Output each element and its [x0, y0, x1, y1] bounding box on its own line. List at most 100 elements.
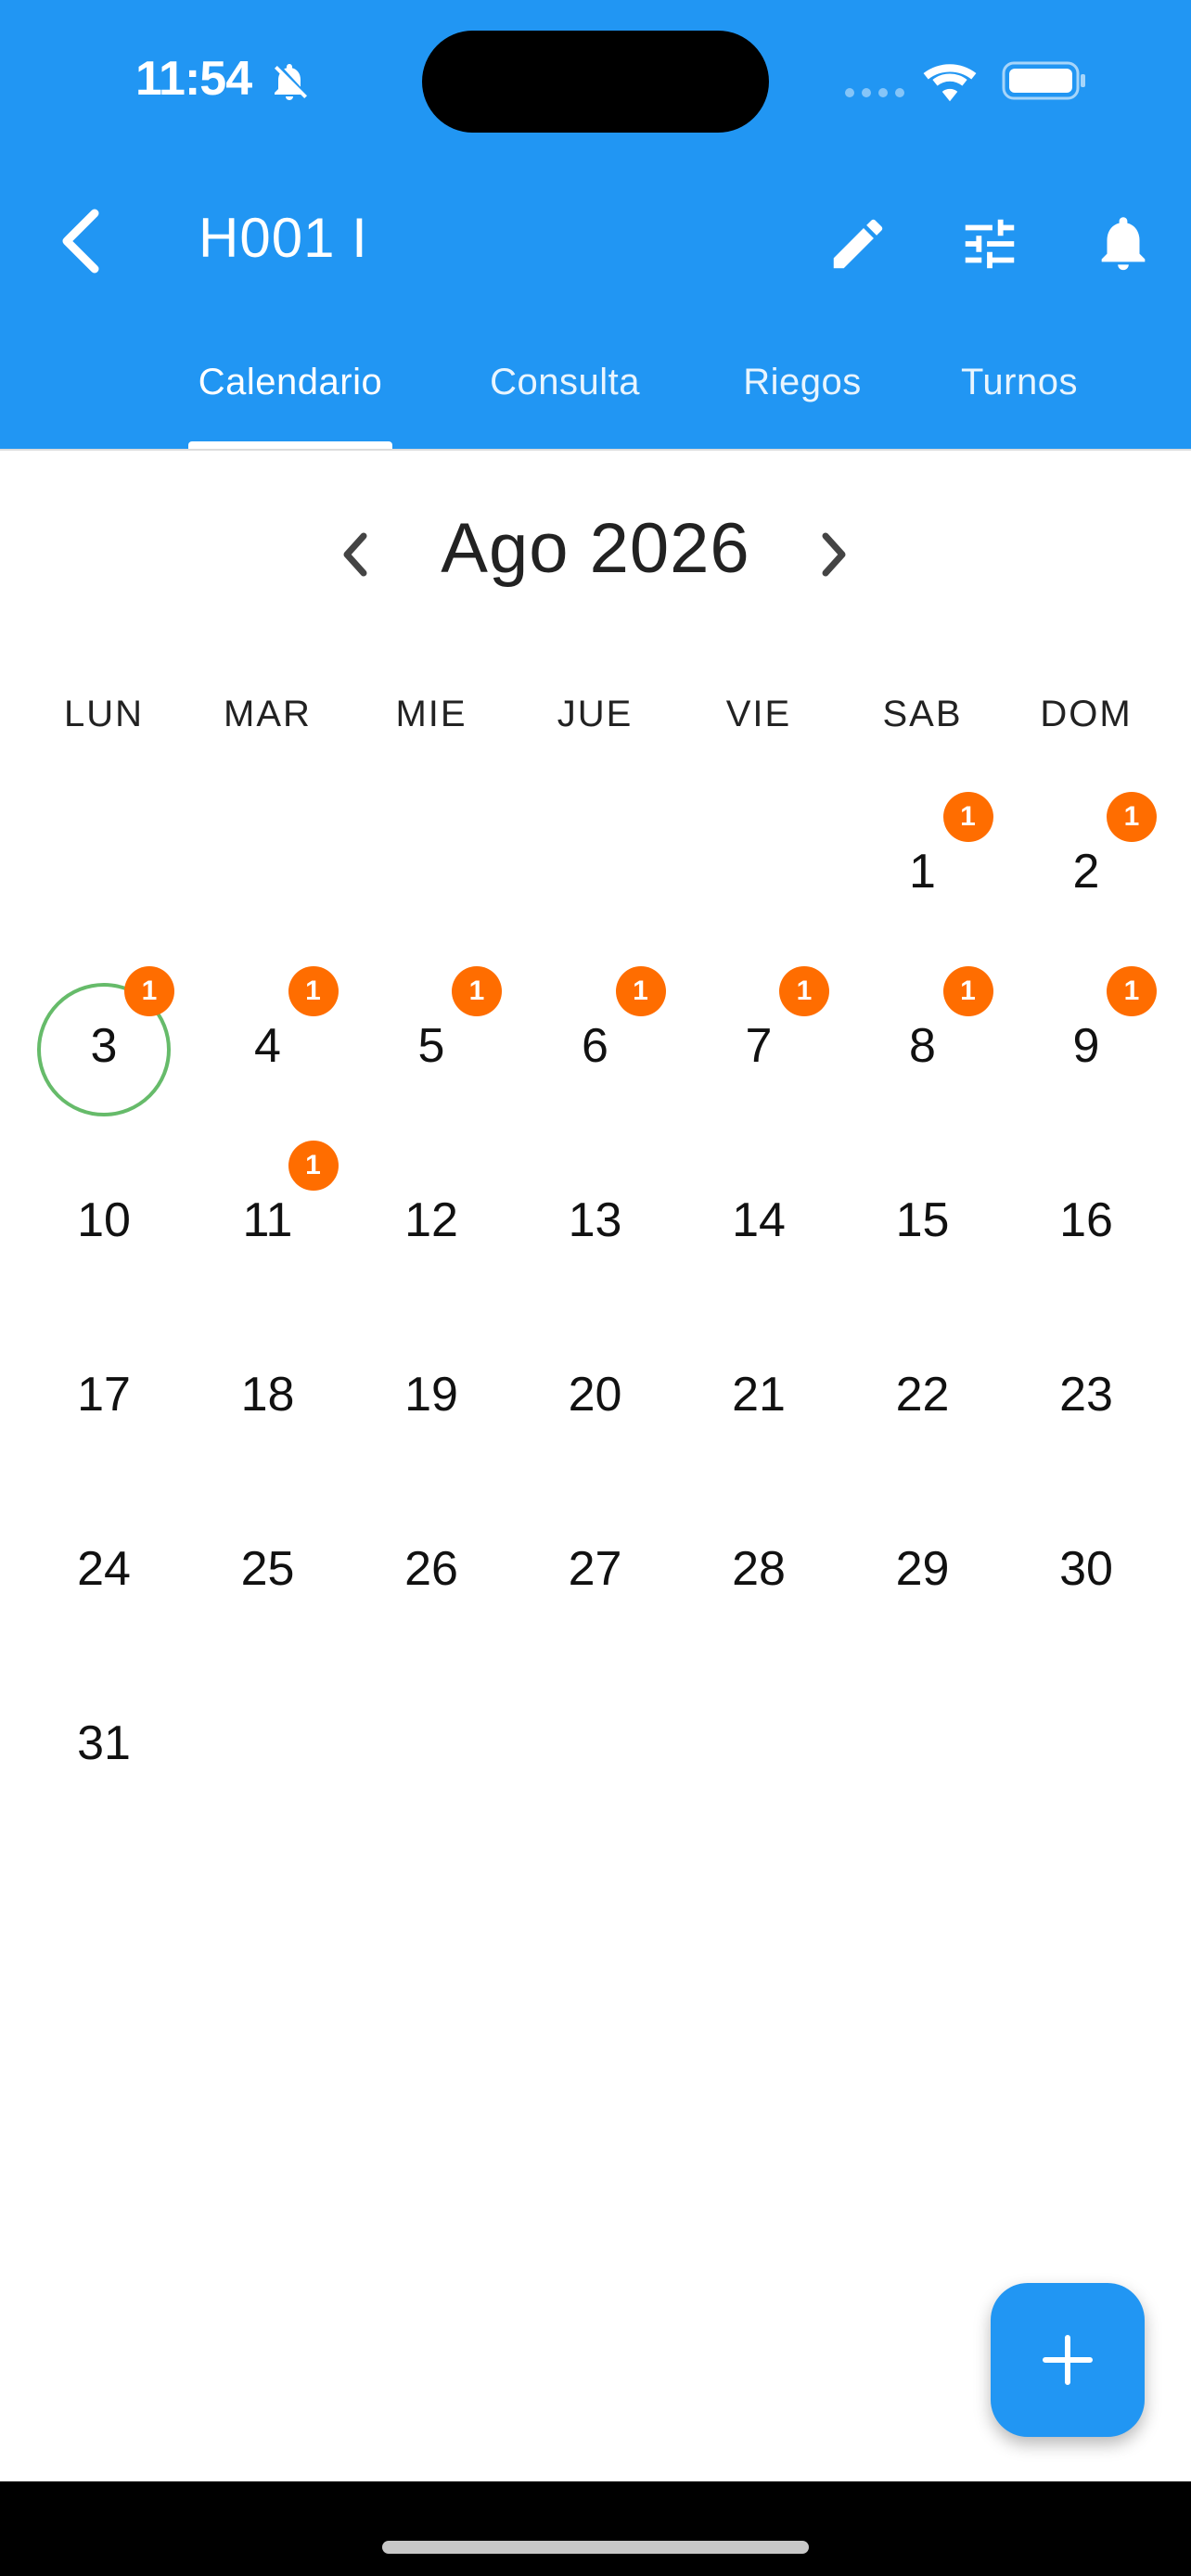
- calendar-day[interactable]: 41: [186, 966, 350, 1102]
- chevron-right-icon[interactable]: [816, 529, 853, 580]
- day-number: 3: [90, 1019, 118, 1073]
- calendar-day[interactable]: 23: [1005, 1339, 1168, 1450]
- calendar-day[interactable]: 29: [841, 1513, 1005, 1625]
- month-header: Ago 2026: [0, 501, 1191, 603]
- calendar-day[interactable]: 91: [1005, 966, 1168, 1102]
- calendar-day[interactable]: 17: [22, 1339, 186, 1450]
- calendar-day[interactable]: 26: [350, 1513, 513, 1625]
- day-number: 17: [77, 1368, 131, 1422]
- calendar-day[interactable]: 24: [22, 1513, 186, 1625]
- weekday-label: VIE: [725, 694, 792, 734]
- tab-bar: Calendario Consulta Riegos Turnos: [0, 352, 1191, 449]
- weekday-label: LUN: [63, 694, 145, 734]
- status-time: 11:54: [135, 52, 252, 106]
- calendar-day[interactable]: 16: [1005, 1165, 1168, 1276]
- calendar-day[interactable]: 31: [22, 1688, 186, 1799]
- calendar-day[interactable]: 27: [514, 1513, 677, 1625]
- calendar-day[interactable]: 21: [1005, 792, 1168, 927]
- page-title: H001 I: [198, 207, 368, 269]
- signal-icon: [845, 88, 904, 97]
- calendar-day[interactable]: 21: [677, 1339, 840, 1450]
- day-number: 11: [242, 1193, 293, 1247]
- bottom-bar: [0, 2481, 1191, 2576]
- day-number: 31: [77, 1716, 131, 1770]
- weekday-label: MIE: [395, 694, 467, 734]
- app-bar: 11:54 H001 I Calendario Consulta Riegos …: [0, 0, 1191, 449]
- day-number: 30: [1059, 1542, 1113, 1596]
- calendar-day[interactable]: 25: [186, 1513, 350, 1625]
- weekday-label: DOM: [1040, 694, 1133, 734]
- wifi-icon: [923, 64, 977, 102]
- day-number: 21: [732, 1368, 786, 1422]
- dynamic-island: [422, 31, 769, 133]
- add-icon: [1043, 2335, 1093, 2385]
- event-count-badge: 1: [942, 966, 993, 1016]
- tab-indicator: [188, 441, 392, 449]
- event-count-badge: 1: [615, 966, 666, 1016]
- calendar-day[interactable]: 13: [514, 1165, 677, 1276]
- day-number: 28: [732, 1542, 786, 1596]
- calendar-day[interactable]: 10: [22, 1165, 186, 1276]
- home-indicator[interactable]: [382, 2541, 809, 2554]
- event-count-badge: 1: [1107, 792, 1157, 842]
- day-number: 14: [732, 1193, 786, 1247]
- day-number: 1: [909, 845, 936, 899]
- day-number: 19: [404, 1368, 458, 1422]
- day-number: 2: [1072, 845, 1100, 899]
- day-number: 13: [568, 1193, 622, 1247]
- tab-consulta[interactable]: Consulta: [475, 362, 655, 403]
- day-number: 22: [895, 1368, 950, 1422]
- calendar-day[interactable]: 30: [1005, 1513, 1168, 1625]
- back-arrow-icon[interactable]: [54, 206, 106, 276]
- day-number: 29: [895, 1542, 950, 1596]
- calendar-day[interactable]: 11 1: [186, 1141, 350, 1276]
- day-number: 24: [77, 1542, 131, 1596]
- calendar-day[interactable]: 28: [677, 1513, 840, 1625]
- day-number: 26: [404, 1542, 458, 1596]
- day-number: 10: [77, 1193, 131, 1247]
- calendar-day[interactable]: 15: [841, 1165, 1005, 1276]
- calendar-day[interactable]: 12: [350, 1165, 513, 1276]
- day-number: 25: [240, 1542, 295, 1596]
- event-count-badge: 1: [452, 966, 502, 1016]
- day-number: 12: [404, 1193, 458, 1247]
- day-number: 5: [417, 1019, 445, 1073]
- day-number: 27: [568, 1542, 622, 1596]
- event-count-badge: 1: [288, 966, 339, 1016]
- calendar-day[interactable]: 14: [677, 1165, 840, 1276]
- weekday-label: SAB: [882, 694, 963, 734]
- tab-calendario[interactable]: Calendario: [188, 362, 392, 403]
- tab-turnos[interactable]: Turnos: [952, 362, 1087, 403]
- calendar-day[interactable]: 81: [841, 966, 1005, 1102]
- calendar-day[interactable]: 71: [677, 966, 840, 1102]
- calendar-day[interactable]: 20: [514, 1339, 677, 1450]
- day-number: 20: [568, 1368, 622, 1422]
- calendar-day[interactable]: 19: [350, 1339, 513, 1450]
- day-number: 16: [1059, 1193, 1113, 1247]
- event-count-badge: 1: [288, 1141, 339, 1191]
- weekday-label: JUE: [557, 694, 634, 734]
- weekday-label: MAR: [224, 694, 312, 734]
- add-button[interactable]: [991, 2283, 1145, 2437]
- calendar-day[interactable]: 51: [350, 966, 513, 1102]
- calendar-day[interactable]: 11: [841, 792, 1005, 927]
- day-number: 7: [745, 1019, 773, 1073]
- calendar-day[interactable]: 61: [514, 966, 677, 1102]
- day-number: 4: [254, 1019, 281, 1073]
- day-number: 18: [240, 1368, 295, 1422]
- day-number: 8: [909, 1019, 936, 1073]
- tune-icon[interactable]: [957, 211, 1022, 276]
- event-count-badge: 1: [124, 966, 174, 1016]
- event-count-badge: 1: [942, 792, 993, 842]
- calendar-day[interactable]: 18: [186, 1339, 350, 1450]
- month-label: Ago 2026: [441, 509, 750, 588]
- battery-icon: [1002, 61, 1085, 100]
- tab-riegos[interactable]: Riegos: [733, 362, 872, 403]
- notifications-icon[interactable]: [1091, 210, 1156, 276]
- calendar-day[interactable]: 31: [22, 966, 186, 1116]
- day-number: 23: [1059, 1368, 1113, 1422]
- edit-icon[interactable]: [826, 211, 890, 276]
- calendar-day[interactable]: 22: [841, 1339, 1005, 1450]
- day-number: 15: [895, 1193, 950, 1247]
- day-number: 9: [1072, 1019, 1100, 1073]
